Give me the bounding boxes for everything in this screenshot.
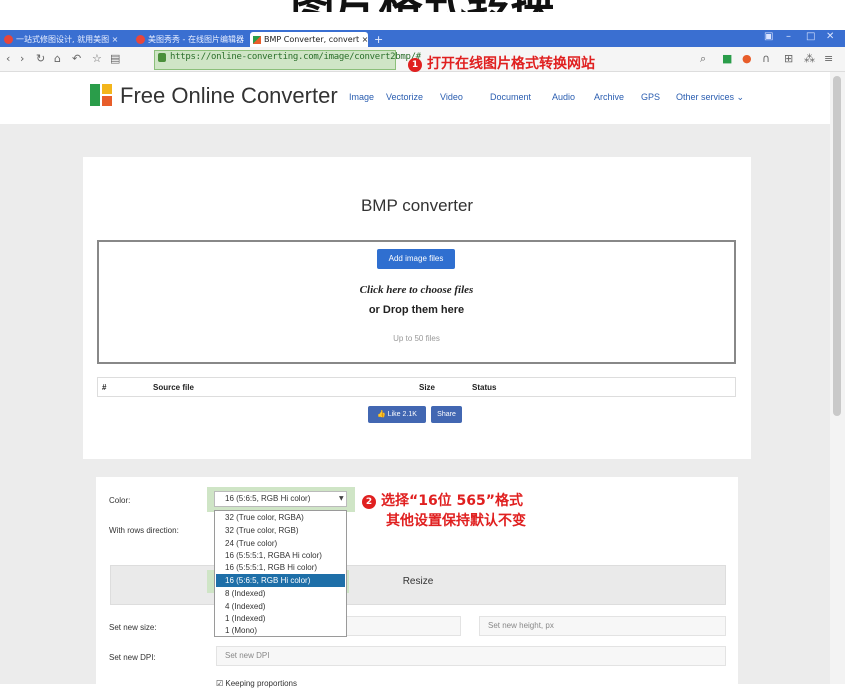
dropdown-option[interactable]: 1 (Mono) xyxy=(216,624,345,637)
browser-tab[interactable]: 美图秀秀 - 在线图片编辑器 × xyxy=(134,32,246,47)
drop-here-text: or Drop them here xyxy=(368,304,465,316)
reader-icon[interactable]: ▤ xyxy=(110,52,120,65)
headphone-icon[interactable]: ∩ xyxy=(762,52,770,65)
site-favicon-icon xyxy=(253,35,261,44)
undo-icon[interactable]: ↶ xyxy=(72,52,81,65)
add-image-files-button[interactable]: Add image files xyxy=(377,249,455,269)
home-icon[interactable]: ⌂ xyxy=(54,52,61,65)
nav-image[interactable]: Image xyxy=(349,92,374,102)
site-name[interactable]: Free Online Converter xyxy=(120,83,338,109)
scrollbar-thumb[interactable] xyxy=(833,76,841,416)
forward-icon[interactable]: › xyxy=(20,52,24,65)
dropdown-option[interactable]: 8 (Indexed) xyxy=(216,587,345,600)
choose-files-text[interactable]: Click here to choose files xyxy=(97,284,736,296)
url-text[interactable]: https://online-converting.com/image/conv… xyxy=(170,52,421,62)
dropdown-option-selected[interactable]: 16 (5:6:5, RGB Hi color) xyxy=(216,574,345,587)
dropdown-option[interactable]: 16 (5:5:5:1, RGB Hi color) xyxy=(216,561,345,574)
notification-icon[interactable]: ● xyxy=(742,52,752,65)
search-icon[interactable]: ⌕ xyxy=(700,52,706,66)
banner-title: 图片格式转换 xyxy=(0,0,845,12)
browser-tab[interactable]: 一站式修图设计, 就用美图 × xyxy=(2,32,130,47)
column-size: Size xyxy=(419,383,436,392)
step1-text: 打开在线图片格式转换网站 xyxy=(427,56,595,72)
rows-direction-label: With rows direction: xyxy=(109,526,179,535)
column-status: Status xyxy=(472,383,497,392)
nav-video[interactable]: Video xyxy=(440,92,463,102)
site-favicon-icon xyxy=(4,35,13,44)
nav-document[interactable]: Document xyxy=(490,92,531,102)
column-source-file: Source file xyxy=(153,383,194,392)
facebook-share-button[interactable]: Share xyxy=(431,406,462,423)
file-limit-text: Up to 50 files xyxy=(393,334,440,343)
new-size-label: Set new size: xyxy=(109,623,157,632)
step2-annotation: 2 选择“16位 565”格式 xyxy=(362,490,523,510)
back-icon[interactable]: ‹ xyxy=(6,52,10,65)
nav-other-services[interactable]: Other services ⌄ xyxy=(676,92,744,103)
menu-icon[interactable]: ≡ xyxy=(824,52,833,65)
tab-label: 一站式修图设计, 就用美图 × xyxy=(16,35,119,44)
nav-gps[interactable]: GPS xyxy=(641,92,660,102)
screenshot-icon[interactable]: ⊞ xyxy=(784,52,793,65)
lock-icon xyxy=(158,53,166,62)
step2-text-line1: 选择“16位 565”格式 xyxy=(381,493,523,509)
star-icon[interactable]: ☆ xyxy=(92,52,102,65)
color-select[interactable]: 16 (5:6:5, RGB Hi color) xyxy=(214,491,347,507)
step1-badge: 1 xyxy=(408,58,422,72)
tab-list-icon[interactable]: ▣ xyxy=(764,31,773,42)
resize-label: Resize xyxy=(402,576,434,587)
refresh-icon[interactable]: ↻ xyxy=(36,52,45,65)
minimize-icon[interactable]: – xyxy=(786,31,791,42)
tab-label: 美图秀秀 - 在线图片编辑器 × xyxy=(148,35,246,44)
new-dpi-label: Set new DPI: xyxy=(109,653,156,662)
step1-annotation: 1 打开在线图片格式转换网站 xyxy=(408,53,595,73)
step2-badge: 2 xyxy=(362,495,376,509)
dropdown-arrow-icon[interactable]: ▼ xyxy=(339,495,344,502)
extension-icon[interactable]: ■ xyxy=(722,52,732,65)
browser-tab-bar: 一站式修图设计, 就用美图 × 美图秀秀 - 在线图片编辑器 × BMP Con… xyxy=(0,30,845,47)
color-label: Color: xyxy=(109,496,131,505)
converter-logo-icon[interactable] xyxy=(90,84,112,106)
page-title: BMP converter xyxy=(360,196,474,215)
site-favicon-icon xyxy=(136,35,145,44)
nav-vectorize[interactable]: Vectorize xyxy=(386,92,423,102)
dropdown-option[interactable]: 32 (True color, RGBA) xyxy=(216,511,345,524)
dropdown-option[interactable]: 32 (True color, RGB) xyxy=(216,524,345,537)
tab-label: BMP Converter, convert × xyxy=(264,35,368,44)
new-tab-button[interactable]: + xyxy=(374,32,386,47)
step2-text-line2: 其他设置保持默认不变 xyxy=(386,513,526,529)
facebook-like-button[interactable]: 👍 Like 2.1K xyxy=(368,406,426,423)
apps-icon[interactable]: ⁂ xyxy=(804,52,815,65)
new-height-input[interactable]: Set new height, px xyxy=(479,616,726,636)
nav-archive[interactable]: Archive xyxy=(594,92,624,102)
column-number: # xyxy=(102,383,107,392)
new-dpi-input[interactable]: Set new DPI xyxy=(216,646,726,666)
browser-tab-active[interactable]: BMP Converter, convert × xyxy=(250,32,368,47)
maximize-icon[interactable]: □ xyxy=(806,31,815,42)
close-icon[interactable]: ✕ xyxy=(826,31,834,42)
nav-audio[interactable]: Audio xyxy=(552,92,575,102)
